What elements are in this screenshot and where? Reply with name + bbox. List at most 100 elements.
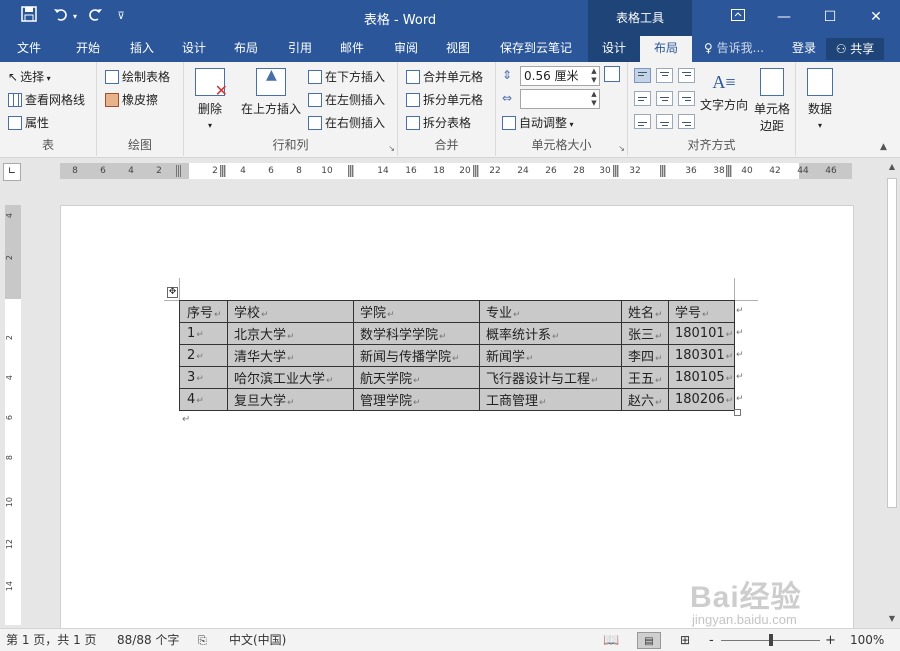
table-cell[interactable]: 哈尔滨工业大学↵: [227, 366, 354, 389]
tab-design[interactable]: 设计: [170, 36, 218, 62]
data-button[interactable]: 数据 ▾: [800, 68, 840, 131]
table-cell[interactable]: 王五↵: [621, 366, 669, 389]
word-count[interactable]: 88/88 个字: [117, 632, 179, 649]
undo-dropdown-icon[interactable]: ▾: [70, 6, 80, 28]
split-table-button[interactable]: 拆分表格: [406, 113, 471, 133]
tab-table-design[interactable]: 设计: [588, 36, 640, 62]
cell-size-launcher-icon[interactable]: ↘: [618, 144, 625, 153]
table-cell[interactable]: 180206↵: [668, 388, 735, 411]
view-gridlines-button[interactable]: 查看网格线: [8, 90, 85, 110]
table-cell[interactable]: 张三↵: [621, 322, 669, 345]
select-button[interactable]: ↖ 选择 ▾: [8, 67, 51, 87]
document-page[interactable]: ✥ 序号↵ 学校↵ 学院↵ 专业↵ 姓名↵ 学号↵ 1↵ 北京大学↵ 数学科学学…: [60, 205, 854, 628]
align-top-left-button[interactable]: [634, 68, 651, 83]
scroll-up-icon[interactable]: ▲: [886, 161, 898, 173]
align-bottom-center-button[interactable]: [656, 114, 673, 129]
collapse-ribbon-icon[interactable]: ▲: [880, 142, 887, 152]
text-direction-button[interactable]: A≡ 文字方向: [698, 68, 750, 113]
align-bottom-right-button[interactable]: [678, 114, 695, 129]
column-width-spinner-icon[interactable]: ▲ ▼: [589, 90, 599, 108]
table-cell[interactable]: 航天学院↵: [353, 366, 480, 389]
table-cell[interactable]: 赵六↵: [621, 388, 669, 411]
merge-cells-button[interactable]: 合并单元格: [406, 67, 483, 87]
table-cell[interactable]: 2↵: [179, 344, 228, 367]
align-top-center-button[interactable]: [656, 68, 673, 83]
zoom-out-button[interactable]: -: [709, 632, 714, 649]
redo-icon[interactable]: [84, 6, 106, 28]
zoom-slider-thumb[interactable]: [769, 634, 773, 646]
column-width-input[interactable]: ▲ ▼: [520, 89, 600, 109]
table-cell[interactable]: 学院↵: [353, 300, 480, 323]
vertical-scrollbar[interactable]: ▲ ▼: [884, 158, 900, 628]
table-cell[interactable]: 180105↵: [668, 366, 735, 389]
properties-button[interactable]: 属性: [8, 113, 49, 133]
rows-columns-launcher-icon[interactable]: ↘: [388, 144, 395, 153]
insert-left-button[interactable]: 在左侧插入: [308, 90, 385, 110]
table-cell[interactable]: 飞行器设计与工程↵: [479, 366, 622, 389]
tab-selector-icon[interactable]: ∟: [3, 163, 21, 181]
split-cells-button[interactable]: 拆分单元格: [406, 90, 483, 110]
table-cell[interactable]: 李四↵: [621, 344, 669, 367]
cell-margins-button[interactable]: 单元格 边距: [750, 68, 794, 134]
table-move-handle-icon[interactable]: ✥: [167, 287, 178, 298]
save-icon[interactable]: [18, 6, 40, 28]
tab-insert[interactable]: 插入: [118, 36, 166, 62]
tab-home[interactable]: 开始: [64, 36, 112, 62]
ruler-column-marker[interactable]: [660, 165, 666, 177]
tab-layout[interactable]: 布局: [222, 36, 270, 62]
insert-right-button[interactable]: 在右侧插入: [308, 113, 385, 133]
ruler-column-marker[interactable]: [348, 165, 354, 177]
page-count[interactable]: 第 1 页，共 1 页: [6, 632, 97, 649]
row-height-spinner-icon[interactable]: ▲ ▼: [589, 67, 599, 85]
read-mode-icon[interactable]: 📖: [603, 632, 619, 649]
data-table[interactable]: 序号↵ 学校↵ 学院↵ 专业↵ 姓名↵ 学号↵ 1↵ 北京大学↵ 数学科学学院↵…: [179, 300, 735, 411]
table-cell[interactable]: 新闻与传播学院↵: [353, 344, 480, 367]
customize-icon[interactable]: ⊽: [110, 6, 132, 28]
maximize-icon[interactable]: ☐: [807, 0, 853, 34]
table-cell[interactable]: 专业↵: [479, 300, 622, 323]
ruler-column-marker[interactable]: [176, 165, 182, 177]
autofit-button[interactable]: 自动调整 ▾: [502, 113, 574, 133]
draw-table-button[interactable]: 绘制表格: [105, 67, 170, 87]
align-bottom-left-button[interactable]: [634, 114, 651, 129]
language-indicator[interactable]: 中文(中国): [229, 632, 286, 649]
table-cell[interactable]: 4↵: [179, 388, 228, 411]
table-cell[interactable]: 复旦大学↵: [227, 388, 354, 411]
table-cell[interactable]: 概率统计系↵: [479, 322, 622, 345]
table-cell[interactable]: 学号↵: [668, 300, 735, 323]
table-cell[interactable]: 学校↵: [227, 300, 354, 323]
table-cell[interactable]: 数学科学学院↵: [353, 322, 480, 345]
align-top-right-button[interactable]: [678, 68, 695, 83]
table-cell[interactable]: 序号↵: [179, 300, 228, 323]
table-cell[interactable]: 180301↵: [668, 344, 735, 367]
insert-above-button[interactable]: ▲ 在上方插入: [236, 67, 306, 117]
horizontal-ruler[interactable]: 8 6 4 2 2 4 6 8 10 14 16 18 20 22 24 26 …: [60, 163, 852, 179]
table-cell[interactable]: 新闻学↵: [479, 344, 622, 367]
undo-icon[interactable]: [50, 6, 72, 28]
insert-below-button[interactable]: 在下方插入: [308, 67, 385, 87]
scrollbar-thumb[interactable]: [887, 178, 897, 508]
tab-view[interactable]: 视图: [434, 36, 482, 62]
align-middle-center-button[interactable]: [656, 91, 673, 106]
row-height-input[interactable]: 0.56 厘米 ▲ ▼: [520, 66, 600, 86]
tab-save-cloud-notes[interactable]: 保存到云笔记: [490, 36, 582, 62]
align-middle-right-button[interactable]: [678, 91, 695, 106]
minimize-icon[interactable]: —: [761, 0, 807, 34]
tab-table-layout[interactable]: 布局: [640, 36, 692, 62]
print-layout-icon[interactable]: ▤: [637, 632, 661, 649]
table-cell[interactable]: 北京大学↵: [227, 322, 354, 345]
zoom-level[interactable]: 100%: [850, 632, 884, 649]
proofing-icon[interactable]: ⎘: [198, 632, 207, 649]
distribute-rows-icon[interactable]: [604, 66, 620, 82]
zoom-in-button[interactable]: +: [825, 632, 836, 649]
table-cell[interactable]: 清华大学↵: [227, 344, 354, 367]
table-cell[interactable]: 1↵: [179, 322, 228, 345]
signin-link[interactable]: 登录: [786, 36, 822, 62]
scroll-down-icon[interactable]: ▼: [886, 613, 898, 625]
align-middle-left-button[interactable]: [634, 91, 651, 106]
vertical-ruler[interactable]: 4 2 2 4 6 8 10 12 14: [5, 205, 21, 625]
table-cell[interactable]: 180101↵: [668, 322, 735, 345]
web-layout-icon[interactable]: ⊞: [680, 632, 690, 649]
table-cell[interactable]: 工商管理↵: [479, 388, 622, 411]
share-button[interactable]: ⚇ 共享: [826, 38, 884, 60]
